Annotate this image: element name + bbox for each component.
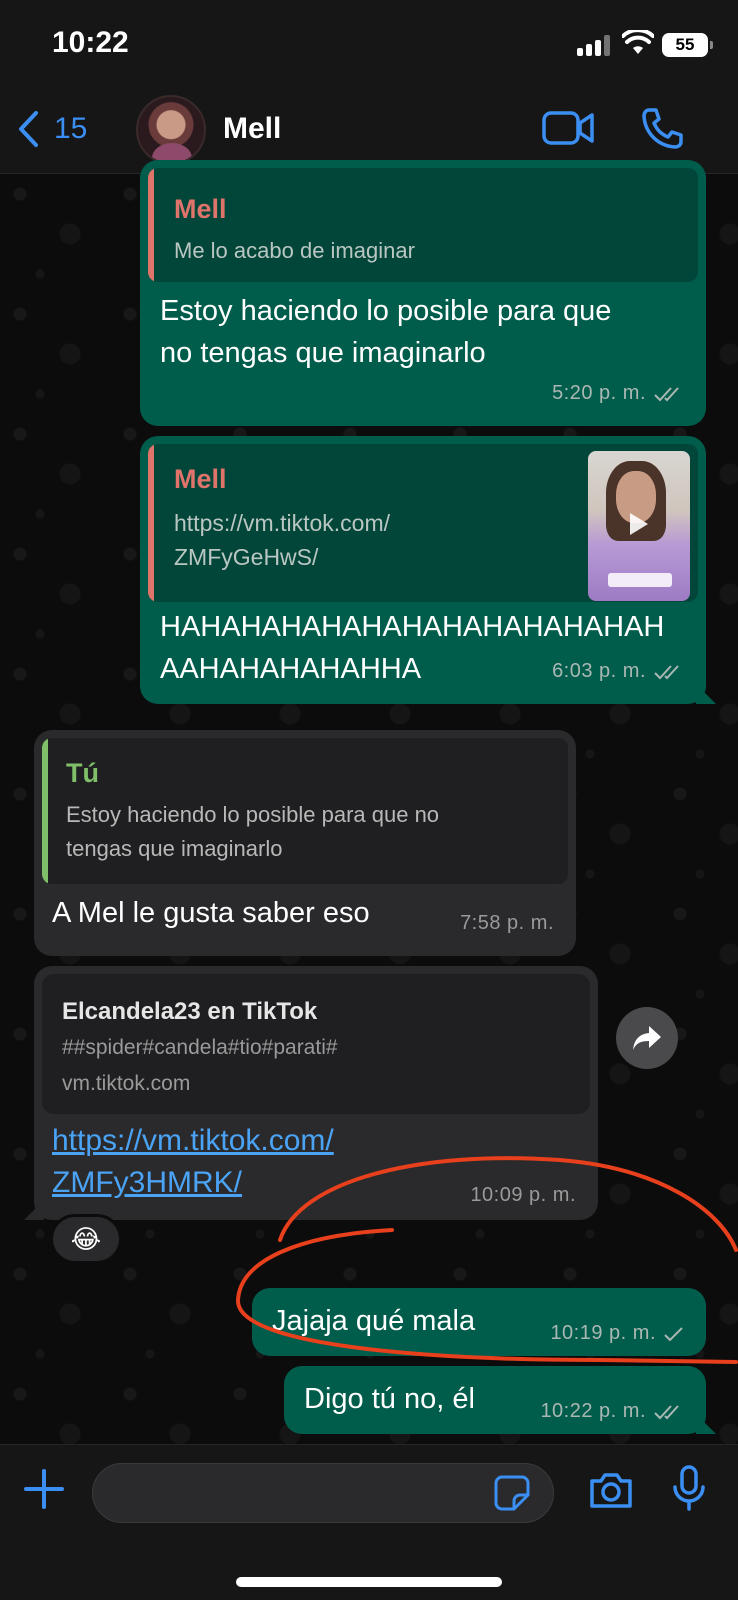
double-check-icon bbox=[654, 664, 679, 679]
phone-icon[interactable] bbox=[640, 106, 684, 150]
composer-bar bbox=[0, 1444, 738, 1600]
wifi-icon bbox=[622, 30, 654, 54]
message-meta: 10:22 p. m. bbox=[540, 1400, 684, 1423]
forward-arrow-icon bbox=[633, 1026, 661, 1050]
status-bar: 10:22 55 bbox=[0, 0, 738, 90]
quote-text: Me lo acabo de imaginar bbox=[174, 238, 415, 263]
quote-bar bbox=[42, 738, 48, 884]
quote-author: Mell bbox=[174, 194, 227, 224]
message-text: Jajaja qué mala bbox=[272, 1305, 476, 1337]
message-bubble[interactable]: Elcandela23 en TikTok ##spider#candela#t… bbox=[24, 966, 598, 1220]
microphone-icon[interactable] bbox=[672, 1465, 706, 1513]
message-time: 5:20 p. m. bbox=[552, 382, 646, 404]
message-time: 10:19 p. m. bbox=[550, 1322, 656, 1344]
link-domain: vm.tiktok.com bbox=[62, 1072, 191, 1095]
link-title: Elcandela23 en TikTok bbox=[62, 998, 318, 1025]
message-bubble[interactable]: Mell Me lo acabo de imaginar Estoy hacie… bbox=[140, 160, 706, 426]
quoted-message[interactable]: Mell https://vm.tiktok.com/ ZMFyGeHwS/ bbox=[148, 444, 698, 602]
message-time: 10:09 p. m. bbox=[470, 1184, 576, 1206]
message-bubble[interactable]: Tú Estoy haciendo lo posible para que no… bbox=[34, 730, 576, 956]
camera-icon[interactable] bbox=[588, 1471, 634, 1509]
play-icon bbox=[630, 513, 648, 535]
signal-icon bbox=[577, 34, 613, 56]
quote-bar bbox=[148, 444, 154, 602]
quoted-message[interactable]: Mell Me lo acabo de imaginar bbox=[148, 168, 698, 282]
forward-button[interactable] bbox=[616, 1007, 678, 1069]
message-text: Estoy haciendo lo posible para que no te… bbox=[160, 295, 612, 369]
quoted-message[interactable]: Tú Estoy haciendo lo posible para que no… bbox=[42, 738, 568, 884]
video-call-icon[interactable] bbox=[542, 110, 594, 146]
plus-icon[interactable] bbox=[22, 1467, 66, 1511]
single-check-icon bbox=[664, 1326, 683, 1341]
unread-count: 15 bbox=[54, 112, 88, 145]
message-input[interactable] bbox=[92, 1463, 554, 1523]
video-thumbnail[interactable] bbox=[588, 451, 690, 601]
reaction-emoji[interactable]: 😂 bbox=[50, 1214, 122, 1264]
back-button[interactable]: 15 bbox=[16, 110, 87, 148]
quote-bar bbox=[148, 168, 154, 282]
message-text: A Mel le gusta saber eso bbox=[52, 897, 370, 929]
quote-author: Mell bbox=[174, 464, 227, 494]
battery-indicator: 55 bbox=[662, 33, 713, 57]
sticker-icon[interactable] bbox=[494, 1475, 530, 1511]
quote-text: https://vm.tiktok.com/ ZMFyGeHwS/ bbox=[174, 510, 390, 570]
double-check-icon bbox=[654, 1404, 679, 1419]
message-text: Digo tú no, él bbox=[304, 1383, 475, 1415]
chevron-left-icon bbox=[19, 111, 38, 147]
message-time: 7:58 p. m. bbox=[460, 912, 554, 934]
quote-text: Estoy haciendo lo posible para que no te… bbox=[66, 802, 440, 861]
double-check-icon bbox=[654, 386, 679, 401]
quote-author: Tú bbox=[66, 758, 99, 788]
message-bubble[interactable]: Jajaja qué mala 10:19 p. m. bbox=[252, 1288, 706, 1356]
contact-name[interactable]: Mell bbox=[223, 112, 281, 146]
link-preview[interactable]: Elcandela23 en TikTok ##spider#candela#t… bbox=[42, 974, 590, 1114]
link-description: ##spider#candela#tio#parati# bbox=[62, 1036, 338, 1059]
status-time: 10:22 bbox=[52, 26, 129, 59]
message-meta: 10:19 p. m. bbox=[550, 1322, 684, 1345]
message-bubble[interactable]: Mell https://vm.tiktok.com/ ZMFyGeHwS/ H… bbox=[140, 436, 716, 704]
message-link[interactable]: https://vm.tiktok.com/ ZMFy3HMRK/ bbox=[52, 1120, 334, 1204]
message-time: 10:22 p. m. bbox=[540, 1400, 646, 1422]
message-time: 6:03 p. m. bbox=[552, 660, 646, 682]
message-meta: 6:03 p. m. bbox=[552, 660, 684, 683]
message-bubble[interactable]: Digo tú no, él 10:22 p. m. bbox=[284, 1366, 716, 1434]
avatar[interactable] bbox=[136, 95, 206, 165]
home-indicator bbox=[236, 1577, 502, 1587]
message-meta: 5:20 p. m. bbox=[552, 382, 684, 405]
